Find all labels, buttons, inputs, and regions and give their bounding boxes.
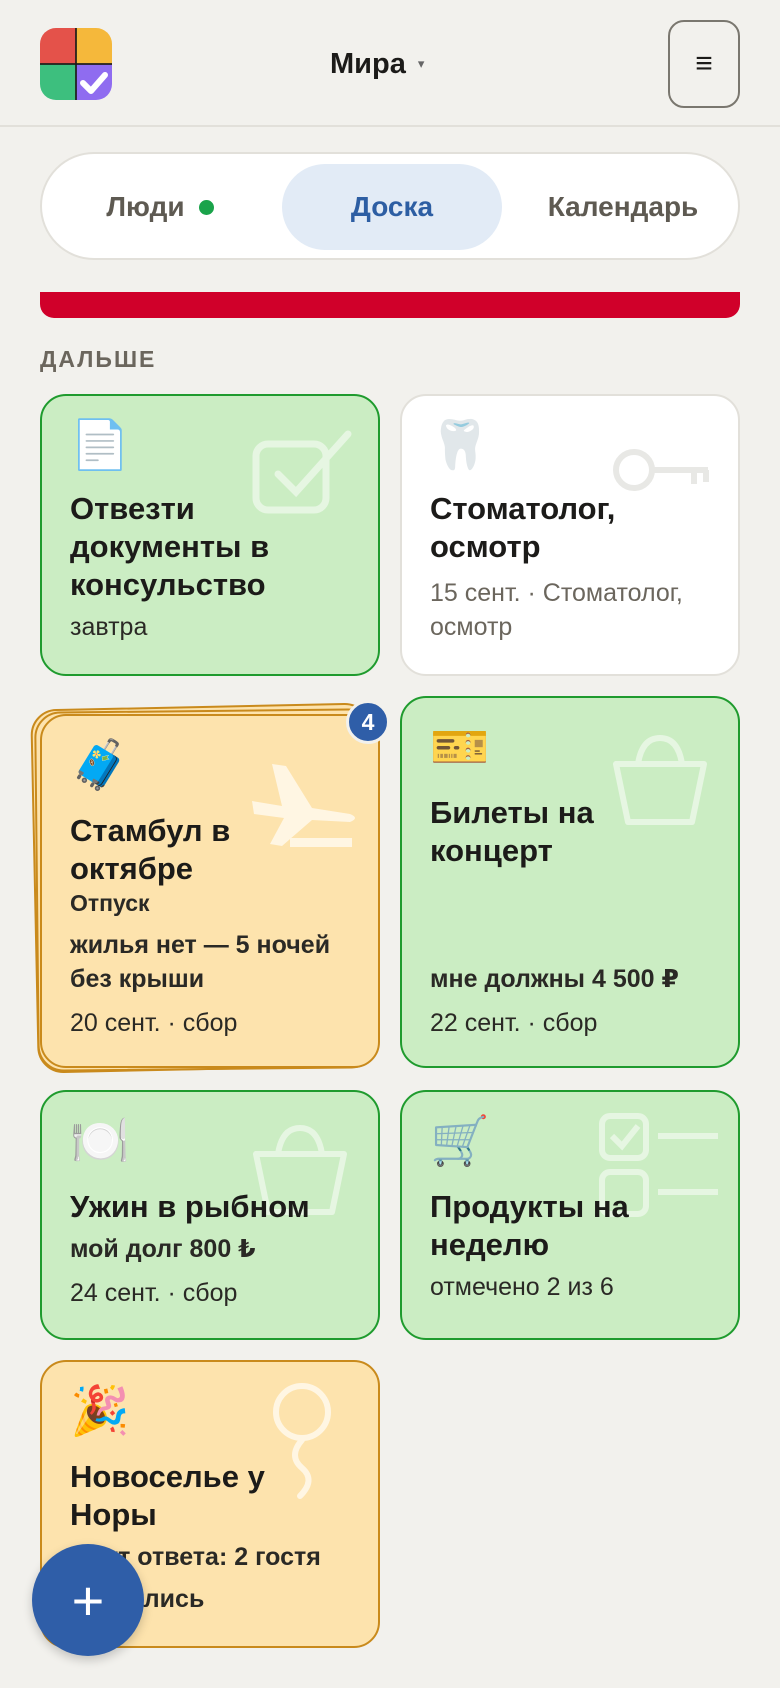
card-title: Продукты на (430, 1189, 629, 1224)
online-status-dot (198, 199, 214, 215)
card-title: Стамбул в (70, 813, 231, 848)
card-title: Отвезти (70, 491, 195, 526)
card-title: Новоселье у (70, 1459, 265, 1494)
card-title: Ужин в рыбном (70, 1189, 310, 1224)
card-title: Билеты на (430, 795, 594, 830)
card-detail: без крыши (70, 965, 205, 993)
tab-board[interactable]: Доска (282, 164, 502, 250)
card-subtitle: Отпуск (70, 890, 150, 916)
card-title: октябре (70, 851, 194, 886)
tab-label: Календарь (547, 191, 699, 222)
plus-icon: + (71, 1568, 105, 1632)
ticket-icon: 🎫 (430, 721, 490, 774)
chevron-down-icon: ▾ (417, 56, 425, 71)
check-icon (80, 72, 108, 94)
add-button[interactable]: + (32, 1544, 144, 1656)
view-tabs: Люди Доска Календарь (40, 152, 740, 260)
basket-icon (613, 734, 707, 825)
tooth-icon: 🦷 (430, 419, 490, 472)
tab-calendar[interactable]: Календарь (512, 164, 734, 250)
card-meta: завтра (70, 613, 148, 641)
tab-people[interactable]: Люди (50, 164, 270, 250)
shopping-cart-icon: 🛒 (430, 1115, 490, 1168)
user-switcher[interactable]: Мира ▾ (330, 40, 424, 88)
plane-icon (252, 764, 355, 847)
card-detail: мой долг 800 ₺ (70, 1235, 256, 1263)
balloon-icon (273, 1383, 331, 1499)
card-title: неделю (430, 1227, 550, 1262)
card-title: документы в (70, 529, 270, 564)
card-groceries[interactable]: 🛒 Продукты на неделю отмечено 2 из 6 (400, 1090, 740, 1340)
app-logo[interactable] (40, 28, 112, 100)
card-title: консульство (70, 567, 266, 602)
card-detail: мне должны 4 500 ₽ (430, 965, 679, 993)
card-meta: 20 сент. · сбор (70, 1009, 238, 1037)
card-documents[interactable]: 📄 Отвезти документы в консульство завтра (40, 394, 380, 676)
hamburger-icon: ≡ (695, 47, 713, 80)
card-meta: осмотр (430, 613, 513, 641)
checkbox-icon (252, 430, 352, 514)
card-meta: 15 сент. · Стоматолог, (430, 579, 683, 607)
tab-label: Люди (106, 191, 185, 222)
alert-banner[interactable] (40, 292, 740, 318)
card-meta: 22 сент. · сбор (430, 1009, 598, 1037)
party-popper-icon: 🎉 (70, 1385, 130, 1438)
card-dinner[interactable]: 🍽️ Ужин в рыбном мой долг 800 ₺ 24 сент.… (40, 1090, 380, 1340)
suitcase-icon: 🧳 (70, 739, 130, 792)
card-title: концерт (430, 833, 553, 868)
card-detail: жилья нет — 5 ночей (70, 931, 331, 959)
user-name: Мира (330, 47, 406, 80)
document-icon: 📄 (70, 419, 130, 472)
menu-button[interactable]: ≡ (668, 20, 740, 108)
card-title: Норы (70, 1497, 157, 1532)
stack-count-badge: 4 (346, 700, 390, 744)
app-header: Мира ▾ ≡ (0, 0, 780, 127)
card-meta: отмечено 2 из 6 (430, 1273, 614, 1301)
card-title: Стоматолог, (430, 491, 616, 526)
card-title: осмотр (430, 529, 541, 564)
plate-icon: 🍽️ (70, 1115, 130, 1168)
card-istanbul[interactable]: 🧳 Стамбул в октябре Отпуск жилья нет — 5… (40, 714, 380, 1068)
section-heading: ДАЛЬШЕ (40, 346, 157, 372)
card-dentist[interactable]: 🦷 Стоматолог, осмотр 15 сент. · Стоматол… (400, 394, 740, 676)
key-icon (613, 449, 709, 491)
card-meta: 24 сент. · сбор (70, 1279, 238, 1307)
card-concert-tickets[interactable]: 🎫 Билеты на концерт мне должны 4 500 ₽ 2… (400, 696, 740, 1068)
tab-label: Доска (350, 191, 434, 222)
